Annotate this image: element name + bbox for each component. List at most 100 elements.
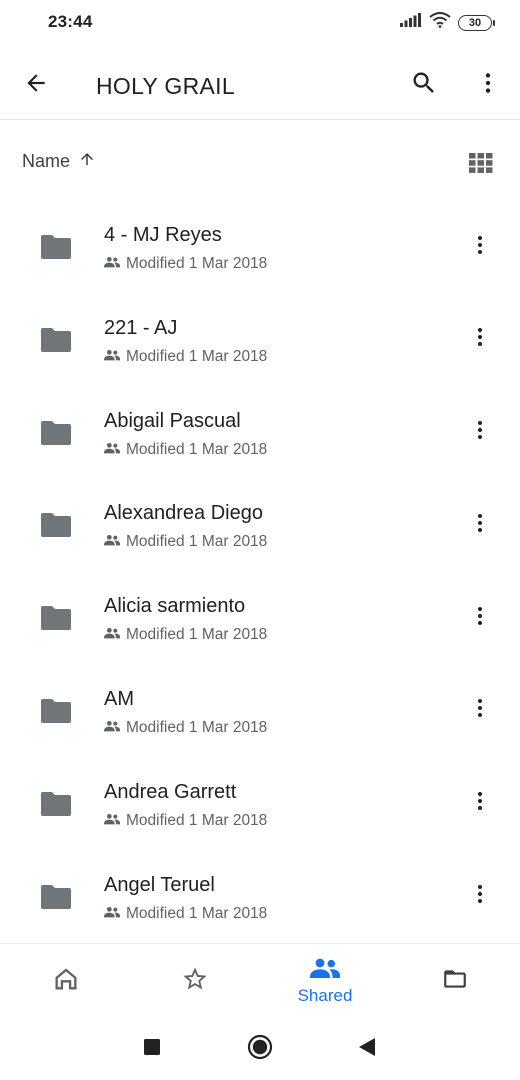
list-item[interactable]: 4 - MJ Reyes Modified 1 Mar 2018 [0, 202, 520, 295]
file-name: Andrea Garrett [104, 780, 237, 803]
shared-people-icon [310, 957, 340, 984]
home-icon [52, 965, 80, 998]
shared-people-icon [104, 441, 120, 459]
modified-date: Modified 1 Mar 2018 [126, 440, 268, 458]
list-item[interactable]: AM Modified 1 Mar 2018 [0, 666, 520, 759]
more-vert-icon [468, 604, 492, 633]
folder-icon [41, 235, 71, 259]
shared-people-icon [104, 626, 120, 644]
more-vert-icon [468, 882, 492, 911]
grid-view-toggle[interactable] [464, 148, 498, 182]
wifi-icon [429, 12, 451, 33]
sort-by-name-button[interactable]: Name [22, 150, 96, 173]
more-vert-icon [475, 70, 501, 101]
more-vert-icon [468, 696, 492, 725]
arrow-up-icon [78, 150, 96, 173]
more-vert-icon [468, 418, 492, 447]
item-more-button[interactable] [462, 507, 498, 543]
folder-icon [41, 791, 71, 816]
list-item[interactable]: Alicia sarmiento Modified 1 Mar 2018 [0, 573, 520, 666]
file-list: 4 - MJ Reyes Modified 1 Mar 2018 221 - A… [0, 202, 520, 944]
file-name: 221 - AJ [104, 316, 178, 339]
folder-icon [41, 327, 71, 352]
file-meta: Modified 1 Mar 2018 [104, 441, 267, 459]
item-more-button[interactable] [462, 600, 498, 636]
shared-people-icon [104, 255, 120, 273]
file-meta: Modified 1 Mar 2018 [104, 626, 267, 644]
file-name: AM [104, 687, 134, 710]
shared-people-icon [104, 719, 120, 737]
folder-icon [41, 698, 71, 723]
item-more-button[interactable] [462, 879, 498, 915]
list-item[interactable]: Alexandrea Diego Modified 1 Mar 2018 [0, 480, 520, 573]
modified-date: Modified 1 Mar 2018 [126, 533, 268, 551]
square-icon [144, 1038, 160, 1060]
app-bar: HOLY GRAIL [0, 46, 520, 120]
folder-icon [41, 513, 71, 538]
modified-date: Modified 1 Mar 2018 [126, 347, 268, 365]
file-meta: Modified 1 Mar 2018 [104, 905, 267, 923]
item-more-button[interactable] [462, 229, 498, 265]
file-name: 4 - MJ Reyes [104, 224, 222, 246]
shared-people-icon [104, 905, 120, 923]
sort-row: Name [0, 138, 520, 186]
more-vert-icon [468, 233, 492, 262]
file-name: Angel Teruel [104, 873, 215, 896]
modified-date: Modified 1 Mar 2018 [126, 904, 268, 922]
list-item[interactable]: 221 - AJ Modified 1 Mar 2018 [0, 295, 520, 388]
folder-icon [41, 420, 71, 445]
battery-icon: 30 [458, 14, 495, 31]
back-button[interactable] [18, 67, 54, 103]
file-meta: Modified 1 Mar 2018 [104, 812, 267, 830]
more-vert-icon [468, 511, 492, 540]
signal-icon [400, 13, 422, 32]
file-meta: Modified 1 Mar 2018 [104, 255, 267, 273]
more-options-button[interactable] [470, 67, 506, 103]
nav-home[interactable] [34, 944, 98, 1019]
status-bar: 23:44 30 [0, 0, 520, 46]
item-more-button[interactable] [462, 415, 498, 451]
file-name: Alicia sarmiento [104, 595, 246, 618]
modified-date: Modified 1 Mar 2018 [126, 811, 268, 829]
sort-label: Name [22, 151, 71, 171]
search-icon [410, 69, 438, 102]
file-meta: Modified 1 Mar 2018 [104, 348, 267, 366]
status-time: 23:44 [48, 12, 93, 31]
folder-icon [41, 884, 71, 909]
list-item[interactable]: Abigail Pascual Modified 1 Mar 2018 [0, 388, 520, 481]
circle-icon [247, 1034, 273, 1065]
shared-people-icon [104, 812, 120, 830]
item-more-button[interactable] [462, 786, 498, 822]
bottom-nav: Shared [0, 943, 520, 1018]
nav-shared[interactable]: Shared [280, 944, 370, 1019]
system-nav-bar [0, 1018, 520, 1080]
back-system-button[interactable] [354, 1036, 380, 1062]
search-button[interactable] [406, 67, 442, 103]
file-name: Abigail Pascual [104, 409, 241, 432]
item-more-button[interactable] [462, 693, 498, 729]
folder-icon [41, 606, 71, 631]
modified-date: Modified 1 Mar 2018 [126, 718, 268, 736]
status-icons: 30 [400, 12, 495, 33]
home-system-button[interactable] [247, 1034, 273, 1065]
list-item[interactable]: Andrea Garrett Modified 1 Mar 2018 [0, 759, 520, 852]
modified-date: Modified 1 Mar 2018 [126, 255, 268, 272]
item-more-button[interactable] [462, 322, 498, 358]
list-item[interactable]: Angel Teruel Modified 1 Mar 2018 [0, 852, 520, 945]
shared-people-icon [104, 533, 120, 551]
more-vert-icon [468, 789, 492, 818]
star-icon [181, 965, 209, 998]
file-name: Alexandrea Diego [104, 502, 263, 525]
modified-date: Modified 1 Mar 2018 [126, 626, 268, 644]
triangle-back-icon [358, 1037, 376, 1062]
file-meta: Modified 1 Mar 2018 [104, 719, 267, 737]
folder-outline-icon [440, 966, 470, 997]
nav-files[interactable] [423, 944, 487, 1019]
more-vert-icon [468, 325, 492, 354]
file-meta: Modified 1 Mar 2018 [104, 533, 267, 551]
back-arrow-icon [23, 70, 49, 101]
recents-button[interactable] [139, 1036, 165, 1062]
nav-starred[interactable] [163, 944, 227, 1019]
page-title: HOLY GRAIL [96, 73, 235, 99]
grid-view-icon [469, 152, 493, 178]
